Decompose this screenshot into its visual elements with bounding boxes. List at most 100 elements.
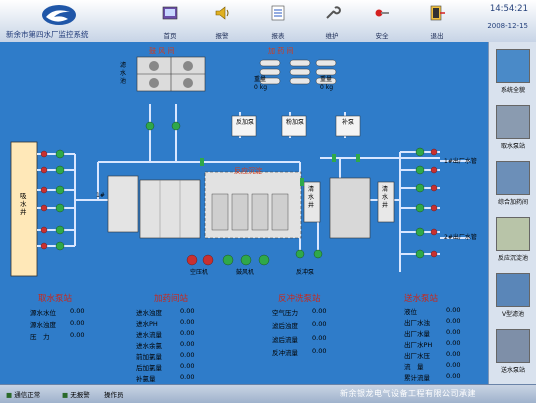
blower-room-label: 鼓 风 间 [149,47,175,55]
overview-thumbnail [496,49,530,83]
param-name: 反冲流量 [272,349,298,357]
param-value: 0.00 [70,319,85,327]
home-label: 首页 [163,32,177,40]
wrench-icon [326,6,341,19]
compressor-label: 空压机 [190,269,209,276]
intake-well-label: 吸 水 井 [20,192,27,216]
param-value: 0.00 [180,329,195,337]
valve-label: 1# [96,192,105,199]
param-name: 进水余氯 [136,342,162,350]
reaction-tank-label: 反应沉淀 [234,167,262,175]
process-diagram: 鼓 风 间 加 药 间 吸 水 井 滤 水 池 反应沉淀 清 水 井 清 水 井… [0,42,488,384]
param-value: 0.00 [446,339,461,347]
clock-date: 2008-12-15 [487,22,528,30]
vfilter-thumbnail [496,273,530,307]
sidebar-item-label: 反应沉淀池 [497,255,528,262]
section-title-dosing: 加药间站 [154,294,189,304]
param-value: 0.00 [70,331,85,339]
app-title: 新余市第四水厂监控系统 [6,30,89,39]
param-name: 滤后浊度 [272,322,298,330]
dosing-thumbnail [496,161,530,195]
sidebar-item-delivery[interactable]: 送水泵站 [492,326,534,378]
param-value: 0.00 [312,347,327,355]
param-name: 补氯量 [136,375,156,383]
speaker-icon [215,6,229,20]
param-name: 空气压力 [272,309,298,317]
dose-tank-3: 补泵 [342,119,355,126]
clock-time: 14:54:21 [489,4,528,14]
sidebar-item-label: 送水泵站 [500,367,525,374]
sidebar-item-label: 取水泵站 [500,143,525,150]
param-name: 前加氯量 [136,353,162,361]
dose-tank-2: 粉加泵 [286,119,305,126]
param-name: 滤后流量 [272,336,298,344]
section-title-intake: 取水泵站 [38,294,73,304]
outlet-1-label: 1#出厂水管 [444,158,477,165]
status-alarm: ■ 无报警 [62,391,90,399]
key-icon [375,9,389,17]
filter-pool-label: 滤 水 池 [120,62,127,85]
alarm-button[interactable]: 报警 [202,2,242,40]
sidebar-nav: 系统全貌 取水泵站 综合加药间 反应沉淀池 V型滤池 送水泵站 [488,42,536,384]
sidebar-item-vfilter[interactable]: V型滤池 [492,270,534,322]
param-value: 0.00 [312,334,327,342]
weight-value-2: 0 kg [320,84,334,91]
sedimentation-thumbnail [496,217,530,251]
weight-label-2: 重量 [320,76,333,83]
param-name: 流 量 [404,363,424,371]
param-name: 出厂水浊 [404,319,430,327]
security-button[interactable]: 安全 [362,2,402,40]
backwash-pump-label: 反冲泵 [296,269,315,276]
clear-well-2-label: 清 水 井 [382,186,389,209]
param-name: 源水浊度 [30,321,56,329]
company-credit: 新余银龙电气设备工程有限公司承建 [340,389,476,398]
report-button[interactable]: 报表 [258,2,298,40]
company-logo [42,5,76,25]
sidebar-item-sedimentation[interactable]: 反应沉淀池 [492,214,534,266]
param-name: 后加氯量 [136,364,162,372]
sidebar-item-overview[interactable]: 系统全貌 [492,46,534,98]
alarm-label: 报警 [215,32,229,40]
param-value: 0.00 [312,307,327,315]
sidebar-item-dosing[interactable]: 综合加药间 [492,158,534,210]
section-title-delivery: 送水泵站 [404,294,439,304]
param-value: 0.00 [70,307,85,315]
param-value: 0.00 [446,328,461,336]
intake-thumbnail [496,105,530,139]
exit-label: 退出 [430,32,444,40]
exit-icon [430,5,445,21]
home-button[interactable]: 首页 [150,2,190,40]
maintenance-button[interactable]: 维护 [312,2,352,40]
param-name: 出厂水量 [404,330,430,338]
param-value: 0.00 [446,350,461,358]
delivery-thumbnail [496,329,530,363]
param-name: 压 力 [30,333,50,341]
param-name: 出厂水PH [404,341,433,349]
status-ok-icon: ■ [6,391,13,399]
param-name: 液位 [404,308,417,316]
param-value: 0.00 [180,373,195,381]
param-name: 进水流量 [136,331,162,339]
report-label: 报表 [271,32,285,40]
security-label: 安全 [375,32,389,40]
home-icon [162,6,178,20]
weight-label-1: 重量 [254,76,267,83]
report-icon [271,5,285,21]
param-name: 出厂水压 [404,352,430,360]
param-value: 0.00 [446,317,461,325]
clear-well-1-label: 清 水 井 [308,186,315,209]
param-name: 进水浊度 [136,309,162,317]
sidebar-item-label: V型滤池 [501,311,525,318]
param-value: 0.00 [180,307,195,315]
sidebar-item-label: 综合加药间 [497,199,528,206]
dose-tank-1: 反加泵 [236,119,255,126]
status-comm: ■ 通信正常 [6,391,41,399]
sidebar-item-intake[interactable]: 取水泵站 [492,102,534,154]
top-toolbar: 新余市第四水厂监控系统 首页 报警 报表 维护 安全 退出 14:54:21 2… [0,0,536,43]
exit-button[interactable]: 退出 [417,2,457,40]
param-name: 进水PH [136,320,158,328]
weight-value-1: 0 kg [254,84,268,91]
param-value: 0.00 [180,362,195,370]
outlet-2-label: 2#出厂水管 [444,234,477,241]
status-alarm-icon: ■ [62,391,69,399]
